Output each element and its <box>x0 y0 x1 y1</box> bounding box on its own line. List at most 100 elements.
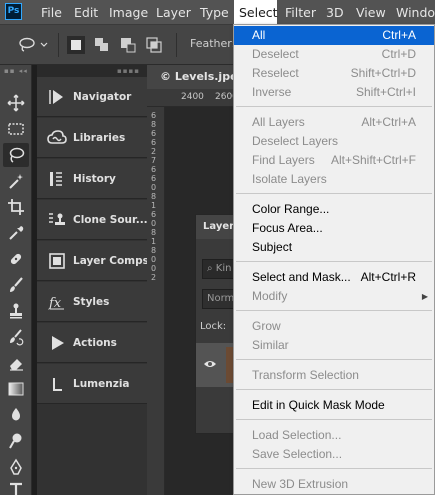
menu-item-similar[interactable]: Similar <box>234 336 434 355</box>
panel-libraries[interactable]: Libraries <box>37 118 147 158</box>
menu-item-find-layers[interactable]: Find Layers Alt+Shift+Ctrl+F <box>234 151 434 170</box>
menu-item-inverse[interactable]: Inverse Shift+Ctrl+I <box>234 83 434 102</box>
menu-separator <box>236 419 432 420</box>
panel-lumenzia[interactable]: Lumenzia <box>37 364 147 404</box>
pen-tool-icon[interactable] <box>3 455 29 479</box>
new-selection-icon[interactable] <box>67 36 85 54</box>
menu-item-label: Modify <box>252 289 288 303</box>
menu-file[interactable]: File <box>36 0 67 25</box>
menu-item-modify[interactable]: Modify ▶ <box>234 287 434 306</box>
menu-item-label: All Layers <box>252 115 305 129</box>
panel-label: Lumenzia <box>73 378 130 390</box>
ruler-label: 6 <box>151 165 157 174</box>
menu-item-transform-selection[interactable]: Transform Selection <box>234 366 434 385</box>
menu-filter[interactable]: Filter <box>280 0 321 25</box>
clone-stamp-tool-icon[interactable] <box>3 299 29 323</box>
panel-label: Libraries <box>73 132 126 144</box>
menu-select[interactable]: Select <box>234 0 278 25</box>
add-to-selection-icon[interactable] <box>93 36 111 54</box>
ruler-label: 6 <box>151 111 157 120</box>
menu-item-label: Isolate Layers <box>252 172 327 186</box>
subtract-from-selection-icon[interactable] <box>119 36 137 54</box>
brush-tool-icon[interactable] <box>3 273 29 297</box>
lumenzia-icon <box>46 374 68 394</box>
menu-item-quick-mask[interactable]: Edit in Quick Mask Mode <box>234 396 434 415</box>
menu-type[interactable]: Type <box>195 0 234 25</box>
menu-item-label: Select and Mask... <box>252 270 351 284</box>
blur-tool-icon[interactable] <box>3 403 29 427</box>
move-tool-icon[interactable] <box>3 91 29 115</box>
marquee-tool-icon[interactable] <box>3 117 29 141</box>
menu-item-deselect[interactable]: Deselect Ctrl+D <box>234 45 434 64</box>
menu-item-label: Similar <box>252 338 289 352</box>
menu-item-save-selection[interactable]: Save Selection... <box>234 445 434 464</box>
menu-item-load-selection[interactable]: Load Selection... <box>234 426 434 445</box>
menu-item-reselect[interactable]: Reselect Shift+Ctrl+D <box>234 64 434 83</box>
menu-item-label: All <box>252 28 266 42</box>
ruler-label: 8 <box>151 246 157 255</box>
styles-icon: fx <box>46 292 68 312</box>
menu-item-label: Load Selection... <box>252 428 342 442</box>
ruler-label: 1 <box>151 237 157 246</box>
menu-edit[interactable]: Edit <box>69 0 103 25</box>
ruler-label: 8 <box>151 192 157 201</box>
menu-item-select-and-mask[interactable]: Select and Mask... Alt+Ctrl+R <box>234 268 434 287</box>
panel-label: Clone Sour... <box>73 214 148 226</box>
panel-navigator[interactable]: Navigator <box>37 77 147 117</box>
dodge-tool-icon[interactable] <box>3 429 29 453</box>
ruler-label: 6 <box>151 174 157 183</box>
menu-item-new-3d-extrusion[interactable]: New 3D Extrusion <box>234 475 434 494</box>
panel-actions[interactable]: Actions <box>37 323 147 363</box>
photoshop-logo-icon: Ps <box>5 3 22 20</box>
healing-brush-tool-icon[interactable] <box>3 247 29 271</box>
menu-3d[interactable]: 3D <box>321 0 349 25</box>
ruler-label: 0 <box>151 255 157 264</box>
eraser-tool-icon[interactable] <box>3 351 29 375</box>
menu-image[interactable]: Image <box>104 0 153 25</box>
panel-layer-comps[interactable]: Layer Comps <box>37 241 149 281</box>
eyedropper-tool-icon[interactable] <box>3 221 29 245</box>
menu-item-label: Grow <box>252 319 281 333</box>
menu-item-all[interactable]: All Ctrl+A <box>234 26 434 45</box>
visibility-eye-icon[interactable] <box>203 357 217 371</box>
menu-item-label: Reselect <box>252 66 299 80</box>
layer-comps-icon <box>46 251 68 271</box>
menu-item-color-range[interactable]: Color Range... <box>234 200 434 219</box>
menu-item-label: Deselect <box>252 47 299 61</box>
menu-item-all-layers[interactable]: All Layers Alt+Ctrl+A <box>234 113 434 132</box>
options-separator <box>58 33 59 57</box>
lock-label: Lock: <box>200 321 227 332</box>
panel-dock: ▪▪▪▪ Navigator Libraries History Clone S… <box>37 65 149 495</box>
crop-tool-icon[interactable] <box>3 195 29 219</box>
panel-label: Actions <box>73 337 117 349</box>
gradient-tool-icon[interactable] <box>3 377 29 401</box>
menu-item-focus-area[interactable]: Focus Area... <box>234 219 434 238</box>
toolbar-grip-icon[interactable]: ▪▪ ◂◂ <box>4 67 28 75</box>
menu-window[interactable]: Window <box>391 0 435 25</box>
panel-label: Navigator <box>73 91 132 103</box>
menu-item-shortcut: Shift+Ctrl+D <box>350 66 416 80</box>
lasso-tool-preset-icon[interactable] <box>18 37 48 53</box>
menu-layer[interactable]: Layer <box>151 0 196 25</box>
panel-history[interactable]: History <box>37 159 147 199</box>
magic-wand-tool-icon[interactable] <box>3 169 29 193</box>
menu-item-isolate-layers[interactable]: Isolate Layers <box>234 170 434 189</box>
menu-item-grow[interactable]: Grow <box>234 317 434 336</box>
menu-separator <box>236 193 432 194</box>
intersect-selection-icon[interactable] <box>145 36 163 54</box>
menu-item-label: Color Range... <box>252 202 330 216</box>
history-brush-tool-icon[interactable] <box>3 325 29 349</box>
menu-item-subject[interactable]: Subject <box>234 238 434 257</box>
menu-item-label: Subject <box>252 240 293 254</box>
menu-item-deselect-layers[interactable]: Deselect Layers <box>234 132 434 151</box>
menu-separator <box>236 261 432 262</box>
panel-dock-grip-icon[interactable]: ▪▪▪▪ <box>37 65 147 77</box>
ruler-label: 7 <box>151 156 157 165</box>
lasso-tool-icon[interactable] <box>3 143 29 167</box>
type-tool-icon[interactable] <box>3 478 29 495</box>
menu-view[interactable]: View <box>351 0 391 25</box>
menu-item-shortcut: Ctrl+A <box>382 28 416 42</box>
ruler-label: 8 <box>151 228 157 237</box>
panel-styles[interactable]: fx Styles <box>37 282 147 322</box>
panel-clone-source[interactable]: Clone Sour... <box>37 200 148 240</box>
